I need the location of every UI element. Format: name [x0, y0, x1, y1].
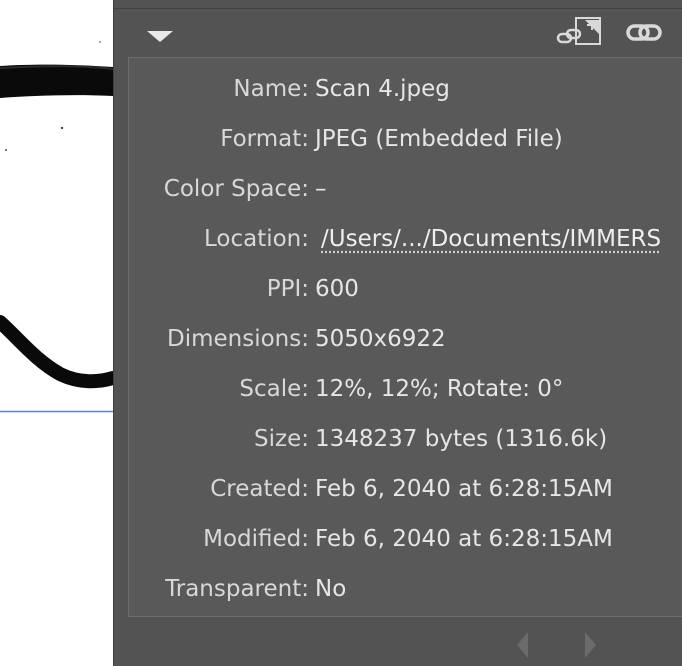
info-row-color-space: Color Space: – [129, 173, 682, 205]
color-space-value: – [315, 176, 327, 202]
info-row-size: Size: 1348237 bytes (1316.6k) [129, 423, 682, 455]
document-info-panel: Name: Scan 4.jpeg Format: JPEG (Embedded… [113, 0, 682, 666]
triangle-down-icon[interactable] [145, 27, 175, 45]
dimensions-label: Dimensions: [167, 326, 309, 352]
info-row-ppi: PPI: 600 [129, 273, 682, 305]
info-row-created: Created: Feb 6, 2040 at 6:28:15AM [129, 473, 682, 505]
link-chain-icon[interactable] [626, 16, 664, 52]
ppi-label: PPI: [266, 276, 309, 302]
transparent-label: Transparent: [165, 576, 309, 602]
scale-value: 12%, 12%; Rotate: 0° [315, 376, 564, 402]
info-row-name: Name: Scan 4.jpeg [129, 73, 682, 105]
created-label: Created: [210, 476, 309, 502]
name-label: Name: [233, 76, 309, 102]
document-canvas[interactable] [0, 0, 113, 666]
color-space-label: Color Space: [163, 176, 309, 202]
created-value: Feb 6, 2040 at 6:28:15AM [315, 476, 613, 502]
size-label: Size: [254, 426, 309, 452]
arrow-left-icon[interactable] [515, 630, 529, 664]
relink-embedded-icon[interactable] [555, 16, 603, 52]
size-value: 1348237 bytes (1316.6k) [315, 426, 608, 452]
dimensions-value: 5050x6922 [315, 326, 446, 352]
panel-tab-strip [114, 0, 682, 9]
document-info-list: Name: Scan 4.jpeg Format: JPEG (Embedded… [128, 57, 682, 617]
info-row-modified: Modified: Feb 6, 2040 at 6:28:15AM [129, 523, 682, 555]
scale-label: Scale: [239, 376, 309, 402]
format-value: JPEG (Embedded File) [315, 126, 563, 152]
info-row-format: Format: JPEG (Embedded File) [129, 123, 682, 155]
info-row-dimensions: Dimensions: 5050x6922 [129, 323, 682, 355]
scan-artwork [0, 41, 113, 413]
location-link[interactable]: /Users/.../Documents/IMMERS [321, 223, 661, 255]
arrow-right-icon[interactable] [584, 630, 598, 664]
info-row-location: Location: /Users/.../Documents/IMMERS [129, 223, 682, 255]
transparent-value: No [315, 576, 347, 602]
ppi-value: 600 [315, 276, 359, 302]
name-value: Scan 4.jpeg [315, 76, 450, 102]
format-label: Format: [220, 126, 309, 152]
info-row-scale: Scale: 12%, 12%; Rotate: 0° [129, 373, 682, 405]
info-row-transparent: Transparent: No [129, 573, 682, 605]
location-label: Location: [203, 226, 309, 252]
modified-label: Modified: [203, 526, 309, 552]
modified-value: Feb 6, 2040 at 6:28:15AM [315, 526, 613, 552]
